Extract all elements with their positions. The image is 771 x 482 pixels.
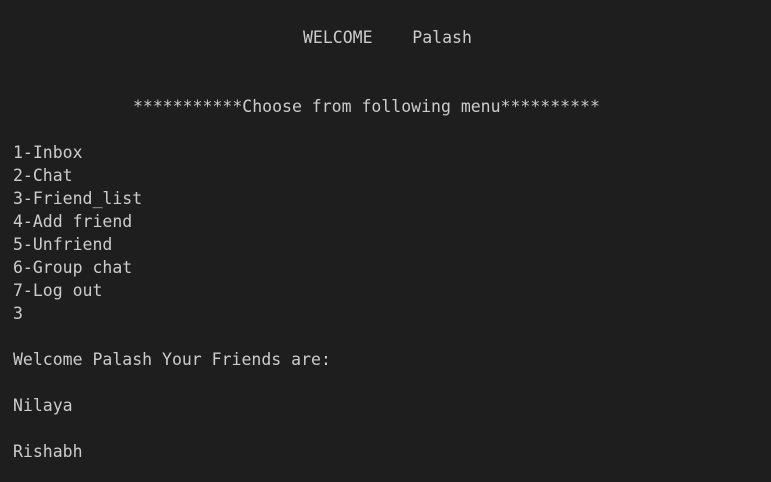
menu-item-chat: 2-Chat	[13, 166, 73, 185]
menu-item-friend-list: 3-Friend_list	[13, 189, 143, 208]
menu-banner: ***********Choose from following menu***…	[133, 97, 600, 116]
menu-item-unfriend: 5-Unfriend	[13, 235, 113, 254]
menu-item-log-out: 7-Log out	[13, 281, 103, 300]
friends-header: Welcome Palash Your Friends are:	[13, 350, 331, 369]
menu-item-add-friend: 4-Add friend	[13, 212, 133, 231]
menu-item-inbox: 1-Inbox	[13, 143, 83, 162]
friend-item-nilaya: Nilaya	[13, 396, 73, 415]
friend-item-rishabh: Rishabh	[13, 442, 83, 461]
welcome-header: WELCOME Palash	[303, 28, 472, 47]
user-input-line: 3	[13, 304, 23, 323]
menu-item-group-chat: 6-Group chat	[13, 258, 133, 277]
terminal-output: WELCOME Palash ***********Choose from fo…	[0, 0, 771, 482]
